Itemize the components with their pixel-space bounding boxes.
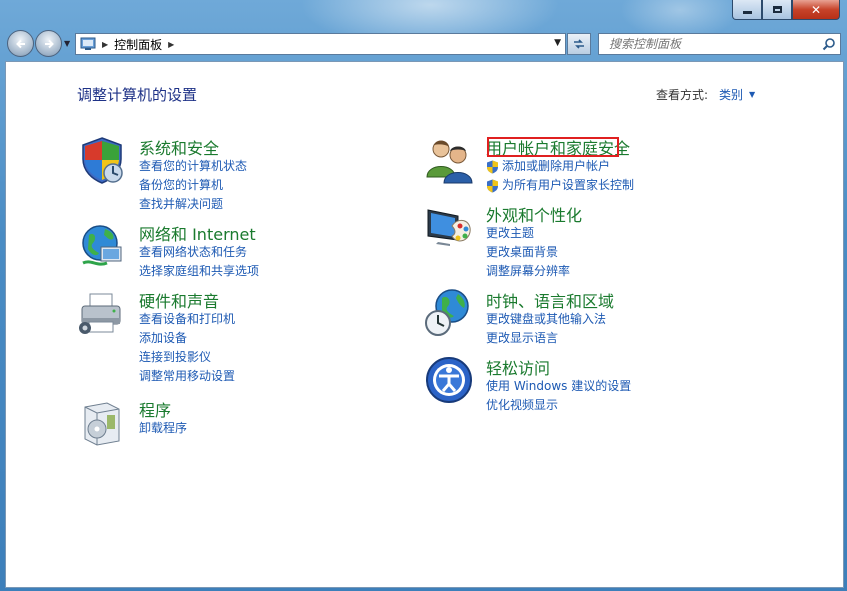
back-button[interactable] xyxy=(7,30,34,57)
link-add-device[interactable]: 添加设备 xyxy=(139,329,235,348)
link-change-desktop-background[interactable]: 更改桌面背景 xyxy=(486,243,570,262)
address-dropdown-icon[interactable]: ▼ xyxy=(554,38,561,48)
breadcrumb-arrow-icon[interactable]: ▶ xyxy=(168,40,174,49)
link-devices-printers[interactable]: 查看设备和打印机 xyxy=(139,310,235,329)
close-icon: ✕ xyxy=(810,2,822,17)
back-arrow-icon xyxy=(15,39,25,48)
users-icon[interactable] xyxy=(424,135,474,185)
category-title[interactable]: 时钟、语言和区域 xyxy=(486,288,614,312)
ease-of-access-icon[interactable] xyxy=(424,355,474,405)
view-by-value[interactable]: 类别 xyxy=(719,86,743,103)
category-title[interactable]: 网络和 Internet xyxy=(139,221,256,245)
recent-pages-dropdown[interactable]: ▼ xyxy=(64,39,72,48)
caption-buttons: ✕ xyxy=(732,0,840,20)
link-backup-computer[interactable]: 备份您的计算机 xyxy=(139,176,247,195)
category-title[interactable]: 硬件和声音 xyxy=(139,288,219,312)
link-connect-projector[interactable]: 连接到投影仪 xyxy=(139,348,235,367)
highlight-box xyxy=(487,137,619,157)
search-box[interactable] xyxy=(598,33,841,55)
link-optimize-video-display[interactable]: 优化视频显示 xyxy=(486,396,631,415)
shield-icon[interactable] xyxy=(77,135,127,185)
link-troubleshoot[interactable]: 查找并解决问题 xyxy=(139,195,247,214)
printer-icon[interactable] xyxy=(77,288,127,338)
link-change-keyboard-input[interactable]: 更改键盘或其他输入法 xyxy=(486,310,606,329)
breadcrumb-arrow-icon[interactable]: ▶ xyxy=(102,40,108,49)
uac-shield-icon xyxy=(487,179,498,192)
link-mobility-settings[interactable]: 调整常用移动设置 xyxy=(139,367,235,386)
search-input[interactable] xyxy=(607,36,811,52)
clock-globe-icon[interactable] xyxy=(424,288,474,338)
maximize-button[interactable] xyxy=(762,0,792,20)
link-view-computer-status[interactable]: 查看您的计算机状态 xyxy=(139,157,247,176)
uac-shield-icon xyxy=(487,160,498,173)
forward-arrow-icon xyxy=(44,39,54,48)
refresh-button[interactable] xyxy=(567,33,591,55)
category-title[interactable]: 程序 xyxy=(139,397,171,421)
minimize-icon xyxy=(742,11,752,14)
link-uninstall-program[interactable]: 卸载程序 xyxy=(139,419,187,438)
close-button[interactable]: ✕ xyxy=(792,0,840,20)
link-parental-controls[interactable]: 为所有用户设置家长控制 xyxy=(486,176,634,195)
view-by-label: 查看方式: xyxy=(656,88,709,102)
monitor-palette-icon[interactable] xyxy=(424,202,474,252)
search-icon[interactable] xyxy=(822,37,836,51)
link-view-network-status[interactable]: 查看网络状态和任务 xyxy=(139,243,259,262)
page-title: 调整计算机的设置 xyxy=(77,86,198,104)
refresh-icon xyxy=(574,39,584,49)
category-title[interactable]: 外观和个性化 xyxy=(486,202,582,226)
control-panel-window: ✕ ▼ ▶ 控制面板 ▶ ▼ 调整计算机的设置 查看 xyxy=(0,0,847,591)
category-title[interactable]: 系统和安全 xyxy=(139,135,219,159)
link-change-display-language[interactable]: 更改显示语言 xyxy=(486,329,606,348)
minimize-button[interactable] xyxy=(732,0,762,20)
maximize-icon xyxy=(772,6,782,13)
breadcrumb-control-panel[interactable]: 控制面板 xyxy=(114,36,162,53)
control-panel-icon xyxy=(80,37,96,50)
forward-button[interactable] xyxy=(35,30,62,57)
link-homegroup-sharing[interactable]: 选择家庭组和共享选项 xyxy=(139,262,259,281)
link-windows-recommended-settings[interactable]: 使用 Windows 建议的设置 xyxy=(486,377,631,396)
address-bar[interactable]: ▶ 控制面板 ▶ ▼ xyxy=(75,33,566,55)
link-text[interactable]: 为所有用户设置家长控制 xyxy=(502,176,634,195)
category-title[interactable]: 轻松访问 xyxy=(486,355,550,379)
link-adjust-resolution[interactable]: 调整屏幕分辨率 xyxy=(486,262,570,281)
nav-buttons: ▼ xyxy=(7,30,72,57)
network-globe-icon[interactable] xyxy=(77,221,127,271)
main-content: 调整计算机的设置 查看方式: 类别 ▼ 系统和安全 查看您的计算机状态 备份您的… xyxy=(5,61,844,588)
link-text[interactable]: 添加或删除用户帐户 xyxy=(502,157,610,176)
link-change-theme[interactable]: 更改主题 xyxy=(486,224,570,243)
view-by-dropdown[interactable]: 类别 ▼ xyxy=(719,86,755,103)
chevron-down-icon[interactable]: ▼ xyxy=(749,90,755,99)
link-add-remove-user-accounts[interactable]: 添加或删除用户帐户 xyxy=(486,157,634,176)
programs-box-icon[interactable] xyxy=(77,397,127,447)
